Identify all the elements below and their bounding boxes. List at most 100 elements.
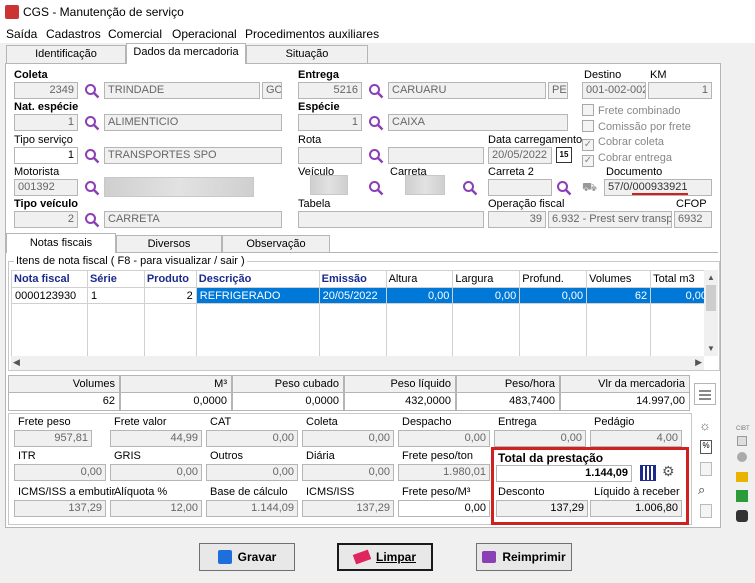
tab-identificacao[interactable]: Identificação	[6, 45, 126, 63]
coleta-uf-field[interactable]: GO	[262, 82, 282, 99]
col-nota-fiscal[interactable]: Nota fiscal	[11, 270, 88, 288]
rota-search-icon[interactable]	[368, 148, 384, 164]
truck-icon[interactable]: ⛟	[582, 180, 600, 194]
nat-especie-name-field[interactable]: ALIMENTICIO	[104, 114, 282, 131]
table-row[interactable]	[11, 303, 704, 357]
especie-search-icon[interactable]	[368, 115, 384, 131]
calculator-icon[interactable]	[694, 383, 716, 405]
base-calculo-field[interactable]: 1.144,09	[206, 500, 298, 517]
col-total-m3[interactable]: Total m3	[650, 270, 704, 288]
scroll-up-icon[interactable]: ▲	[707, 273, 715, 282]
entrega-cost-field[interactable]: 0,00	[494, 430, 586, 447]
operacao-fiscal-name-field[interactable]: 6.932 - Prest serv transp inte	[548, 211, 672, 228]
cibt-icon[interactable]: CIBT	[736, 426, 750, 432]
coleta-search-icon[interactable]	[84, 83, 100, 99]
percent-doc-icon[interactable]: %	[700, 440, 712, 454]
menu-saida[interactable]: Saída	[6, 27, 37, 41]
coleta-code-field[interactable]: 2349	[14, 82, 78, 99]
tipo-veiculo-code-field[interactable]: 2	[14, 211, 78, 228]
tab-notas-fiscais[interactable]: Notas fiscais	[6, 233, 116, 253]
frete-peso-ton-field[interactable]: 1.980,01	[398, 464, 490, 481]
col-emissao[interactable]: Emissão	[318, 270, 387, 288]
tipo-veiculo-search-icon[interactable]	[84, 212, 100, 228]
rota-name-field[interactable]	[388, 147, 484, 164]
motorista-search-icon[interactable]	[84, 180, 100, 196]
diaria-field[interactable]: 0,00	[302, 464, 394, 481]
itr-field[interactable]: 0,00	[14, 464, 106, 481]
data-carregamento-field[interactable]: 20/05/2022	[488, 147, 552, 164]
menu-operacional[interactable]: Operacional	[172, 27, 237, 41]
km-field[interactable]: 1	[648, 82, 712, 99]
limpar-button[interactable]: Limpar	[337, 543, 433, 571]
reimprimir-button[interactable]: Reimprimir	[476, 543, 572, 571]
aliquota-field[interactable]: 12,00	[110, 500, 202, 517]
scroll-left-icon[interactable]: ◀	[13, 357, 20, 368]
motorista-name-redacted[interactable]	[104, 177, 254, 197]
zoom-icon[interactable]: ⌕	[698, 482, 705, 498]
col-profund[interactable]: Profund.	[519, 270, 588, 288]
col-volumes[interactable]: Volumes	[586, 270, 652, 288]
menu-cadastros[interactable]: Cadastros	[46, 27, 101, 41]
tab-observacao[interactable]: Observação	[222, 235, 330, 252]
desconto-field[interactable]: 137,29	[496, 500, 588, 517]
especie-code-field[interactable]: 1	[298, 114, 362, 131]
col-largura[interactable]: Largura	[452, 270, 521, 288]
despacho-field[interactable]: 0,00	[398, 430, 490, 447]
col-serie[interactable]: Série	[86, 270, 145, 288]
veiculo-field-redacted[interactable]	[310, 175, 348, 195]
toolbar-icon-1[interactable]	[737, 436, 747, 446]
operacao-fiscal-code-field[interactable]: 39	[488, 211, 546, 228]
tipo-veiculo-name-field[interactable]: CARRETA	[104, 211, 282, 228]
outros-field[interactable]: 0,00	[206, 464, 298, 481]
col-altura[interactable]: Altura	[385, 270, 454, 288]
frete-peso-field[interactable]: 957,81	[14, 430, 92, 447]
horizontal-scrollbar[interactable]: ◀ ▶	[11, 356, 704, 370]
scroll-thumb[interactable]	[706, 285, 716, 311]
nat-especie-code-field[interactable]: 1	[14, 114, 78, 131]
cobrar-entrega-checkbox[interactable]: ✓ Cobrar entrega	[582, 152, 672, 167]
motorista-code-field[interactable]: 001392	[14, 179, 78, 196]
menu-procedimentos[interactable]: Procedimentos auxiliares	[245, 27, 379, 41]
toolbar-icon-4[interactable]	[736, 490, 748, 502]
sun-icon[interactable]: ☼	[699, 418, 711, 433]
menu-comercial[interactable]: Comercial	[108, 27, 162, 41]
liquido-field[interactable]: 1.006,80	[590, 500, 682, 517]
frete-valor-field[interactable]: 44,99	[110, 430, 202, 447]
cfop-field[interactable]: 6932	[674, 211, 712, 228]
carreta2-search-icon[interactable]	[556, 180, 572, 196]
col-produto[interactable]: Produto	[143, 270, 197, 288]
gris-field[interactable]: 0,00	[110, 464, 202, 481]
toolbar-icon-2[interactable]	[737, 452, 747, 462]
destino-field[interactable]: 001-002-002	[582, 82, 646, 99]
entrega-name-field[interactable]: CARUARU	[388, 82, 546, 99]
rota-code-field[interactable]	[298, 147, 362, 164]
tab-situacao[interactable]: Situação	[246, 45, 368, 63]
icms-embutir-field[interactable]: 137,29	[14, 500, 106, 517]
veiculo-search-icon[interactable]	[368, 180, 384, 196]
cat-field[interactable]: 0,00	[206, 430, 298, 447]
coleta-name-field[interactable]: TRINDADE	[104, 82, 260, 99]
comissao-frete-checkbox[interactable]: Comissão por frete	[582, 120, 691, 133]
user-icon[interactable]	[736, 510, 748, 522]
entrega-search-icon[interactable]	[368, 83, 384, 99]
calculator-icon[interactable]	[640, 465, 656, 481]
frete-combinado-checkbox[interactable]: Frete combinado	[582, 104, 681, 117]
tab-dados-mercadoria[interactable]: Dados da mercadoria	[126, 43, 246, 64]
total-prestacao-field[interactable]: 1.144,09	[496, 465, 632, 482]
gravar-button[interactable]: Gravar	[199, 543, 295, 571]
entrega-code-field[interactable]: 5216	[298, 82, 362, 99]
table-row[interactable]: 0000123930 1 2 REFRIGERADO 20/05/2022 0,…	[11, 287, 704, 304]
calendar-icon[interactable]: 15	[556, 147, 572, 163]
tabela-field[interactable]	[298, 211, 484, 228]
cobrar-coleta-checkbox[interactable]: ✓ Cobrar coleta	[582, 136, 664, 151]
notas-grid[interactable]: Nota fiscal Série Produto Descrição Emis…	[11, 270, 704, 357]
key-icon[interactable]	[736, 472, 748, 482]
tipo-servico-search-icon[interactable]	[84, 148, 100, 164]
scroll-down-icon[interactable]: ▼	[707, 344, 715, 353]
especie-name-field[interactable]: CAIXA	[388, 114, 568, 131]
tab-diversos[interactable]: Diversos	[116, 235, 222, 252]
carreta-search-icon[interactable]	[462, 180, 478, 196]
settings-icon[interactable]: ⚙	[662, 463, 675, 480]
nat-especie-search-icon[interactable]	[84, 115, 100, 131]
vertical-scrollbar[interactable]: ▲ ▼	[704, 270, 718, 356]
